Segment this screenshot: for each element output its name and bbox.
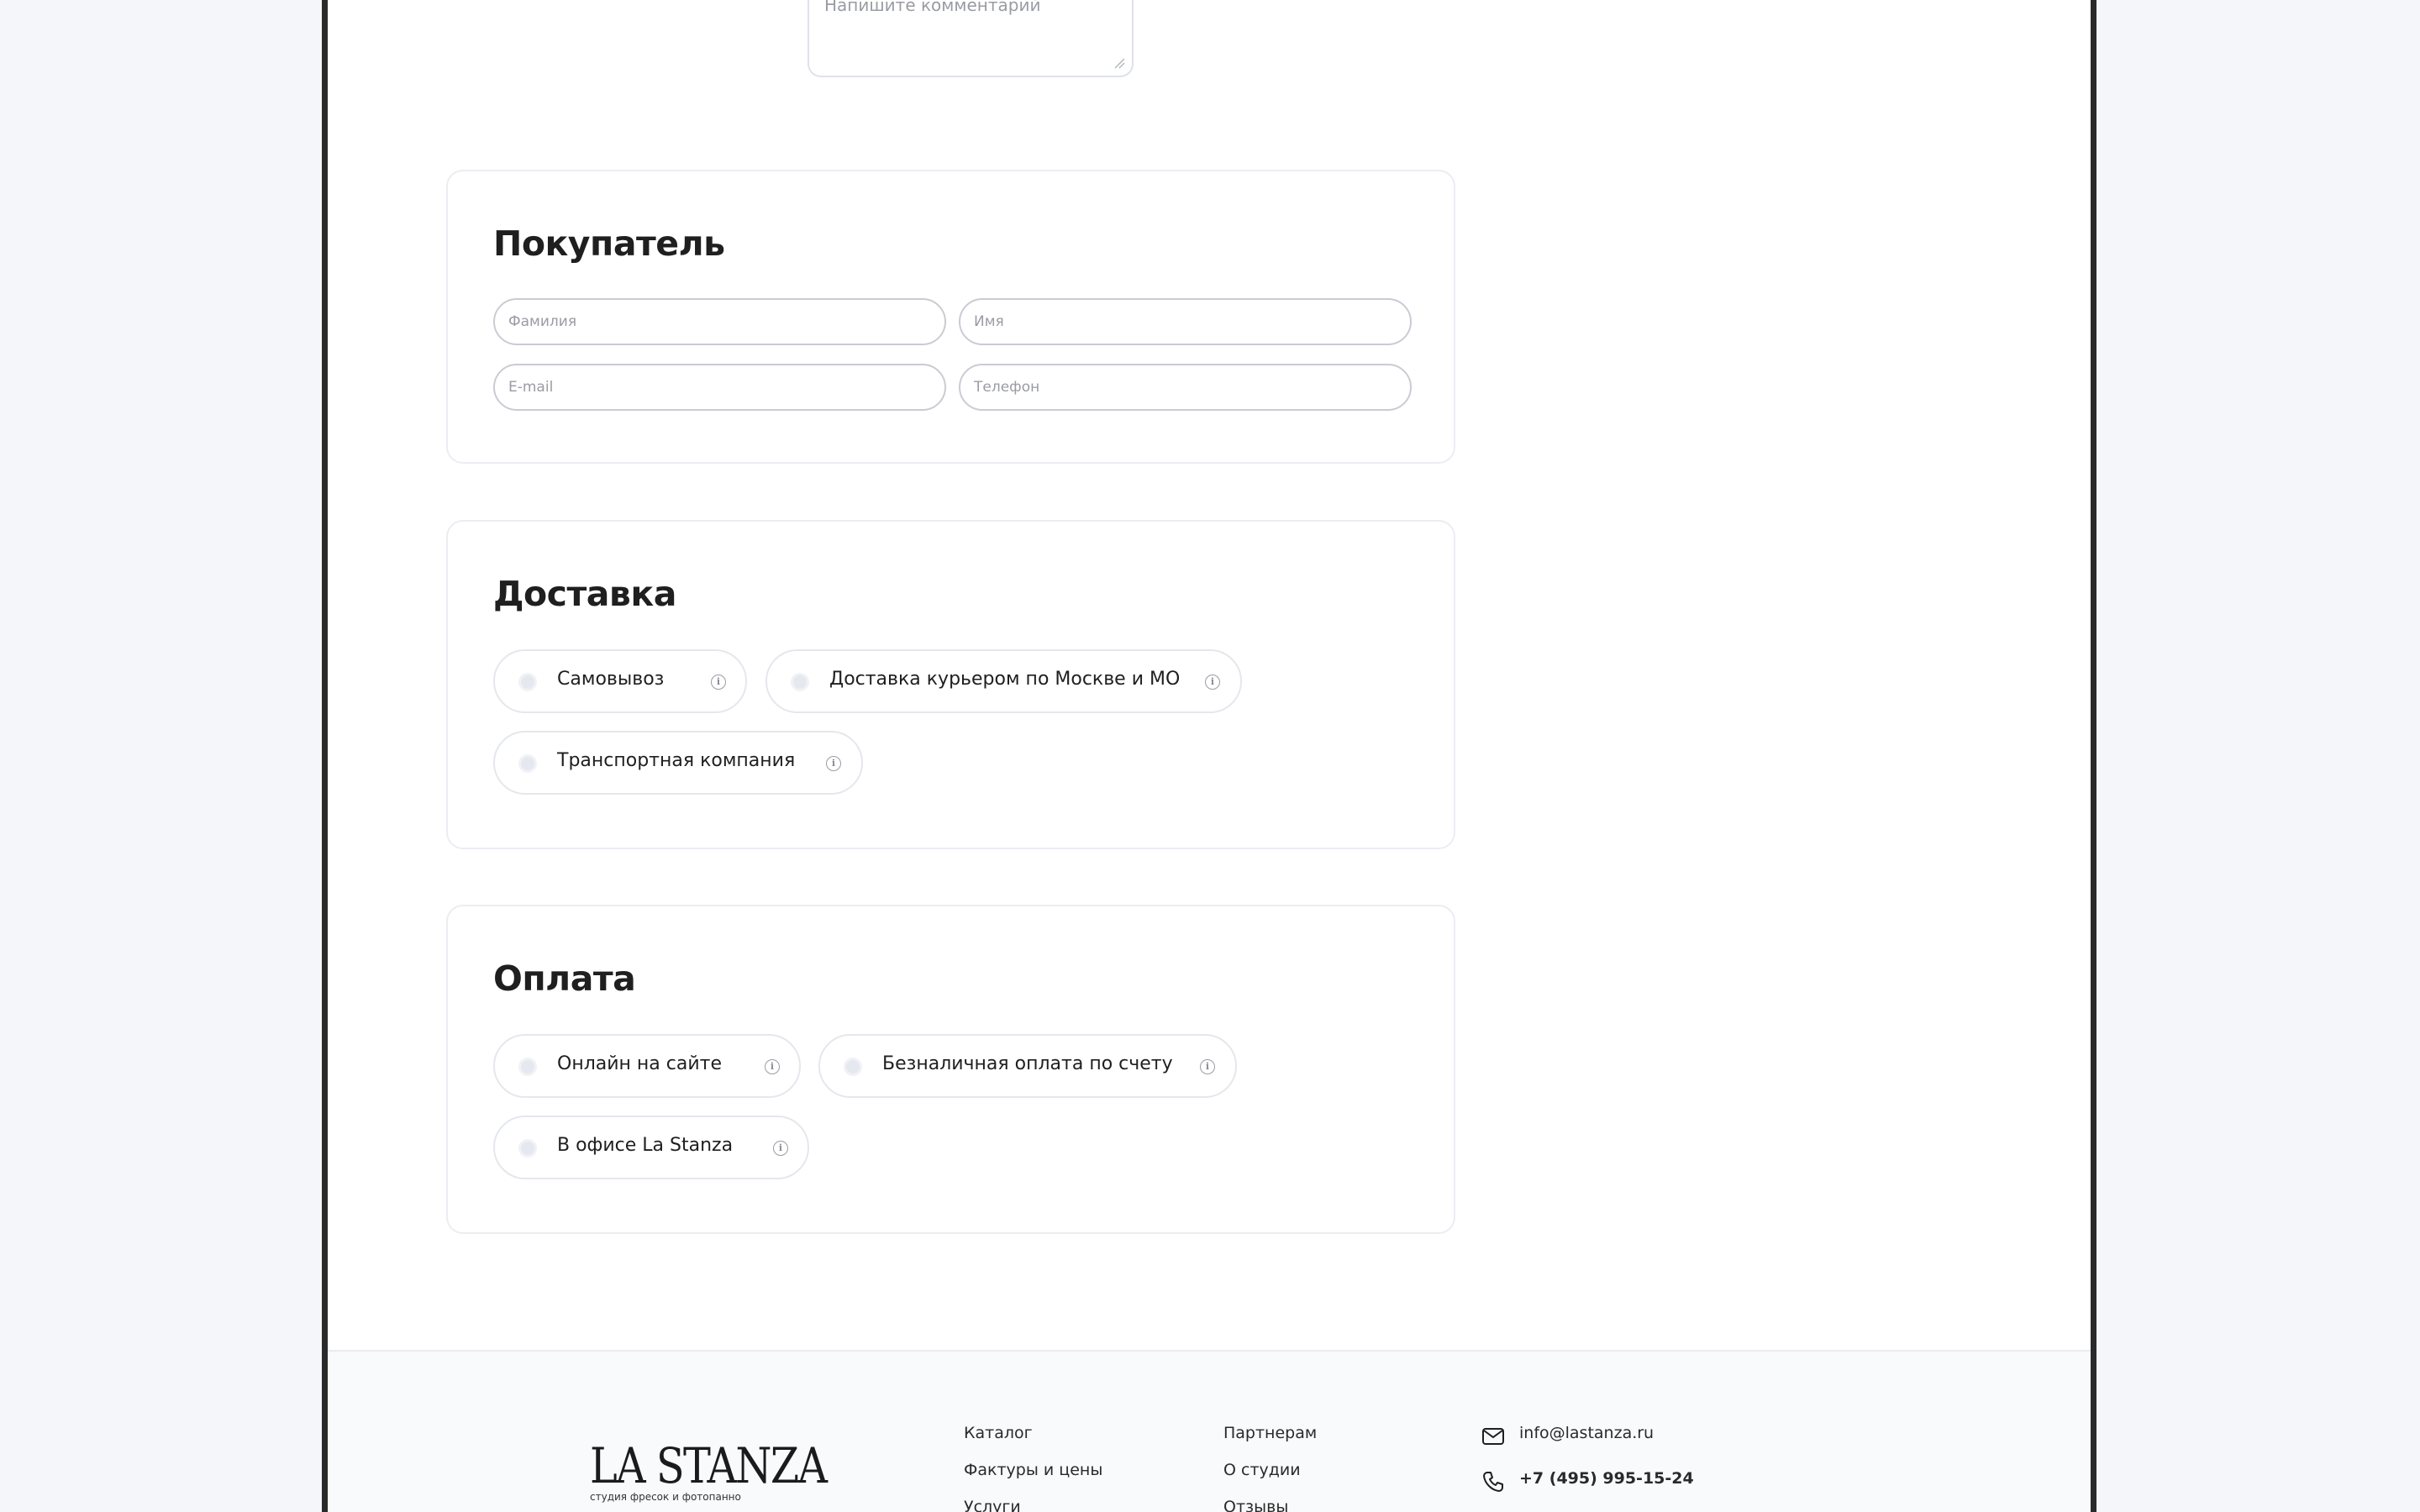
phone-icon — [1483, 1472, 1503, 1492]
delivery-option-transport[interactable]: Транспортная компания i — [493, 731, 863, 795]
footer: LA STANZA студия фресок и фотопанно Ката… — [328, 1350, 2091, 1512]
radio-button[interactable] — [791, 673, 809, 691]
info-icon[interactable]: i — [711, 675, 726, 690]
footer-link-about[interactable]: О студии — [1223, 1461, 1301, 1479]
footer-phone[interactable]: +7 (495) 995-15-24 — [1519, 1469, 1694, 1488]
payment-option-invoice[interactable]: Безналичная оплата по счету i — [818, 1034, 1237, 1098]
option-label: Доставка курьером по Москве и МО — [829, 669, 1181, 690]
option-label: Самовывоз — [557, 669, 665, 690]
footer-link-partners[interactable]: Партнерам — [1223, 1424, 1317, 1442]
comment-textarea[interactable]: Напишите комментарий — [808, 0, 1134, 77]
payment-option-online[interactable]: Онлайн на сайте i — [493, 1034, 801, 1098]
envelope-icon — [1482, 1428, 1504, 1445]
logo-mark: LA STANZA — [590, 1437, 828, 1494]
buyer-card: Покупатель — [446, 170, 1455, 464]
delivery-title: Доставка — [493, 574, 676, 614]
radio-button[interactable] — [518, 1139, 537, 1158]
first-name-input[interactable] — [960, 300, 1410, 344]
payment-option-office[interactable]: В офисе La Stanza i — [493, 1116, 809, 1179]
radio-button[interactable] — [844, 1058, 862, 1076]
delivery-option-pickup[interactable]: Самовывоз i — [493, 649, 747, 713]
option-label: Онлайн на сайте — [557, 1053, 723, 1074]
option-label: Транспортная компания — [557, 750, 796, 771]
payment-title: Оплата — [493, 958, 636, 999]
radio-button[interactable] — [518, 754, 537, 773]
info-icon[interactable]: i — [826, 756, 841, 771]
email-input[interactable] — [495, 365, 944, 409]
phone-input[interactable] — [960, 365, 1410, 409]
comment-placeholder: Напишите комментарий — [824, 0, 1041, 15]
delivery-card: Доставка Самовывоз i Доставка курьером п… — [446, 520, 1455, 849]
footer-link-services[interactable]: Услуги — [964, 1498, 1021, 1512]
last-name-field[interactable] — [493, 298, 946, 345]
footer-link-catalog[interactable]: Каталог — [964, 1424, 1033, 1442]
resize-handle-icon[interactable] — [1113, 57, 1125, 69]
email-field[interactable] — [493, 364, 946, 411]
footer-link-textures[interactable]: Фактуры и цены — [964, 1461, 1102, 1479]
payment-card: Оплата Онлайн на сайте i Безналичная опл… — [446, 905, 1455, 1234]
radio-button[interactable] — [518, 673, 537, 691]
info-icon[interactable]: i — [765, 1059, 780, 1074]
first-name-field[interactable] — [959, 298, 1412, 345]
last-name-input[interactable] — [495, 300, 944, 344]
info-icon[interactable]: i — [1205, 675, 1220, 690]
radio-button[interactable] — [518, 1058, 537, 1076]
buyer-title: Покупатель — [493, 223, 725, 264]
info-icon[interactable]: i — [773, 1141, 788, 1156]
footer-logo[interactable]: LA STANZA студия фресок и фотопанно — [590, 1437, 828, 1503]
option-label: Безналичная оплата по счету — [882, 1053, 1173, 1074]
phone-field[interactable] — [959, 364, 1412, 411]
footer-email[interactable]: info@lastanza.ru — [1519, 1424, 1654, 1442]
delivery-option-courier[interactable]: Доставка курьером по Москве и МО i — [765, 649, 1242, 713]
option-label: В офисе La Stanza — [557, 1135, 734, 1156]
info-icon[interactable]: i — [1200, 1059, 1215, 1074]
footer-link-reviews[interactable]: Отзывы — [1223, 1498, 1288, 1512]
